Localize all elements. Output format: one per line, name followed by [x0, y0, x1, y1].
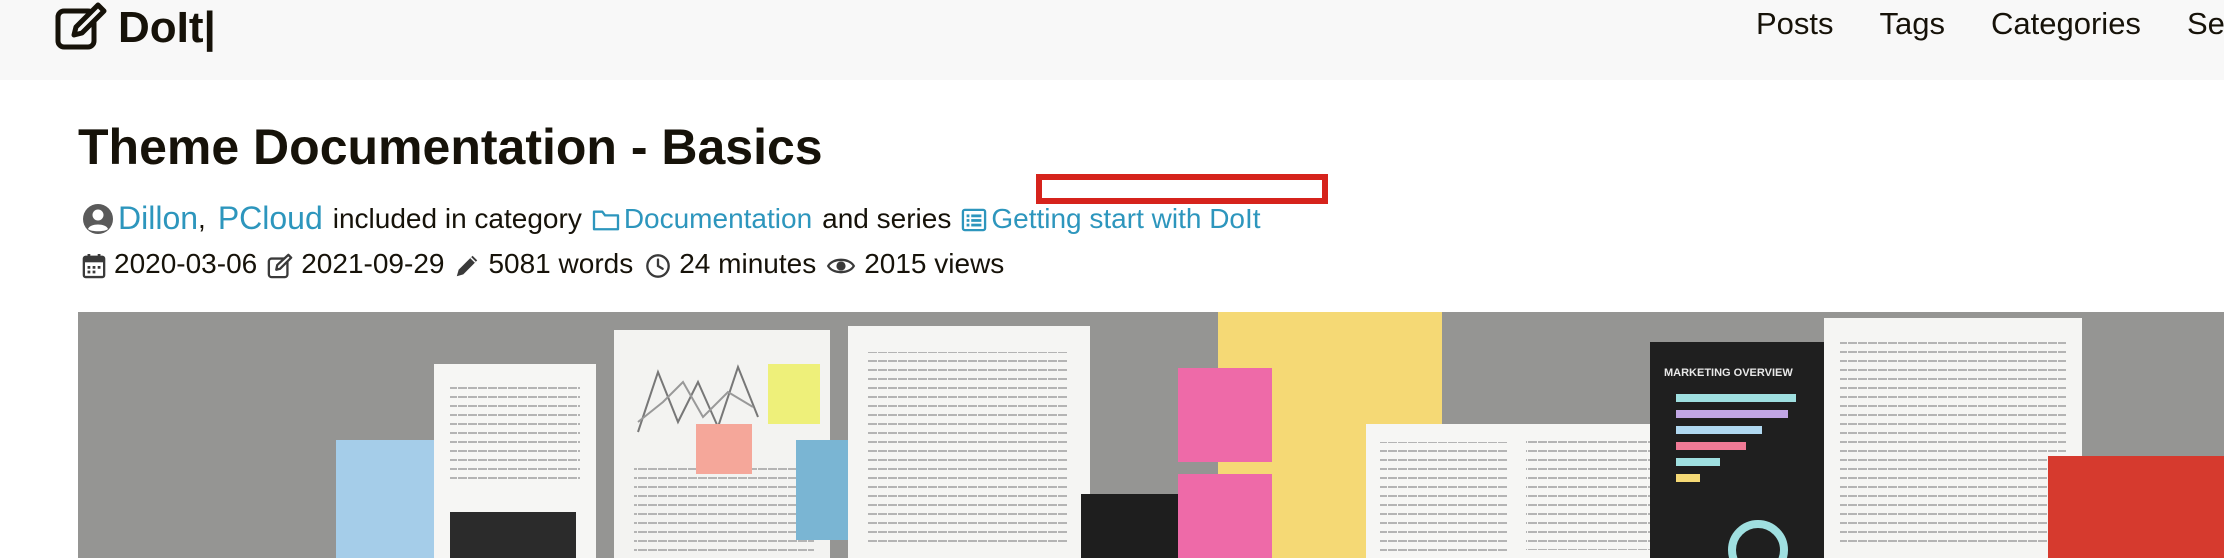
and-series-text: and series — [822, 202, 952, 234]
post-meta-authors: Dillon , PCloud included in category Doc… — [82, 200, 1261, 237]
nav-series[interactable]: Ser — [2187, 6, 2224, 42]
user-circle-icon — [82, 202, 114, 236]
author-link-dillon[interactable]: Dillon — [118, 200, 198, 237]
site-logo[interactable]: DoIt| — [54, 0, 216, 56]
logo-text: DoIt| — [118, 3, 216, 52]
pink-note-1 — [1178, 368, 1272, 462]
featured-image: MARKETING OVERVIEW — [78, 312, 2224, 558]
site-header: DoIt| Posts Tags Categories Ser — [0, 0, 2224, 80]
category-link[interactable]: Documentation — [624, 203, 812, 235]
folder-icon — [592, 203, 620, 235]
eye-icon — [826, 248, 856, 280]
post-meta-stats: 2020-03-06 2021-09-29 5081 words 24 minu… — [82, 248, 1004, 280]
author-separator: , — [198, 202, 206, 234]
post-title: Theme Documentation - Basics — [78, 119, 823, 175]
svg-text:MARKETING OVERVIEW: MARKETING OVERVIEW — [1664, 367, 1793, 379]
view-count: 2015 views — [864, 248, 1005, 279]
main-nav: Posts Tags Categories Ser — [1756, 6, 2224, 42]
list-icon — [961, 203, 987, 235]
updated-date: 2021-09-29 — [301, 248, 445, 279]
edit-square-icon — [54, 1, 108, 55]
edit-icon — [267, 248, 293, 280]
published-date: 2020-03-06 — [114, 248, 258, 279]
clock-icon — [645, 248, 671, 280]
reading-time: 24 minutes — [679, 248, 817, 279]
highlight-box — [1036, 174, 1328, 204]
pink-note-2 — [1178, 474, 1272, 558]
nav-tags[interactable]: Tags — [1880, 6, 1945, 42]
nav-posts[interactable]: Posts — [1756, 6, 1834, 42]
calendar-icon — [82, 248, 106, 280]
series-link[interactable]: Getting start with DoIt — [991, 203, 1260, 235]
featured-collage: MARKETING OVERVIEW — [78, 312, 2224, 558]
red-card — [2048, 456, 2224, 558]
word-count: 5081 words — [488, 248, 634, 279]
nav-categories[interactable]: Categories — [1991, 6, 2141, 42]
author-link-pcloud[interactable]: PCloud — [218, 200, 323, 237]
included-in-text: included in category — [332, 202, 582, 234]
pencil-icon — [454, 248, 480, 280]
